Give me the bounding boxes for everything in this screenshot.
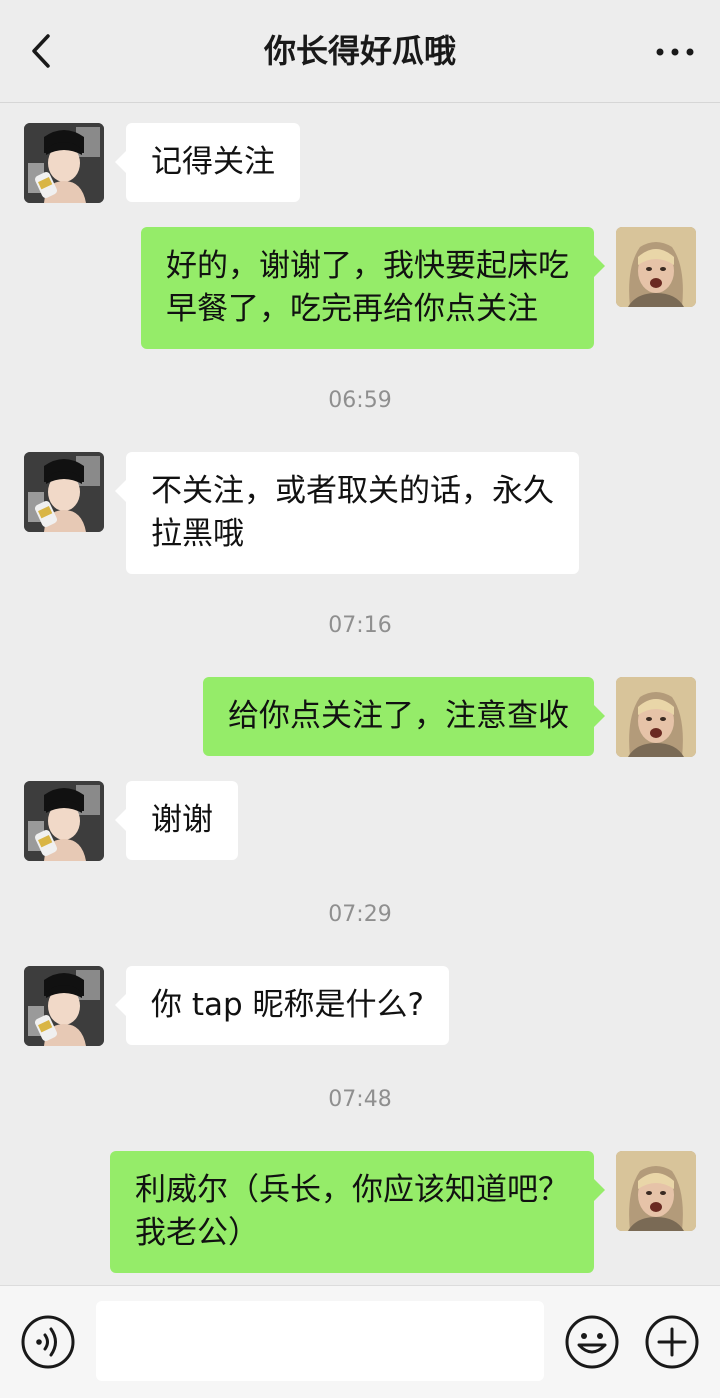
sent-bubble[interactable]: 好的，谢谢了，我快要起床吃 早餐了，吃完再给你点关注: [141, 227, 605, 349]
chat-title: 你长得好瓜哦: [263, 32, 456, 70]
contact-avatar[interactable]: [24, 452, 104, 532]
contact-avatar[interactable]: [24, 781, 104, 861]
emoji-icon[interactable]: [564, 1314, 620, 1370]
message-text: 记得关注: [151, 144, 275, 180]
contact-avatar[interactable]: [24, 966, 104, 1046]
sent-bubble[interactable]: 给你点关注了，注意查收: [203, 677, 605, 756]
message-text: 拉黑哦: [151, 516, 244, 552]
message-text: 你 tap 昵称是什么?: [151, 987, 424, 1023]
received-bubble[interactable]: 你 tap 昵称是什么?: [115, 966, 449, 1045]
received-bubble[interactable]: 谢谢: [115, 781, 238, 860]
message-text: 不关注，或者取关的话，永久: [151, 473, 554, 509]
more-icon[interactable]: [652, 30, 698, 74]
received-bubble[interactable]: 不关注，或者取关的话，永久 拉黑哦: [115, 452, 579, 574]
message-text: 利威尔（兵长，你应该知道吧？: [135, 1172, 569, 1208]
my-avatar[interactable]: [616, 227, 696, 307]
message-input[interactable]: [96, 1301, 544, 1381]
sent-bubble[interactable]: 利威尔（兵长，你应该知道吧？ 我老公）: [110, 1151, 605, 1273]
received-bubble[interactable]: 记得关注: [115, 123, 300, 202]
chat-header: 你长得好瓜哦: [0, 0, 720, 103]
plus-icon[interactable]: [644, 1314, 700, 1370]
voice-icon[interactable]: [20, 1314, 76, 1370]
contact-avatar[interactable]: [24, 123, 104, 203]
my-avatar[interactable]: [616, 1151, 696, 1231]
message-text: 好的，谢谢了，我快要起床吃: [166, 248, 569, 284]
timestamp: 07:16: [328, 613, 392, 638]
message-text: 早餐了，吃完再给你点关注: [166, 291, 538, 327]
message-text: 谢谢: [151, 802, 213, 838]
message-text: 我老公）: [135, 1215, 259, 1251]
message-text: 给你点关注了，注意查收: [228, 698, 569, 734]
my-avatar[interactable]: [616, 677, 696, 757]
timestamp: 07:48: [328, 1087, 392, 1112]
input-bar: [0, 1285, 720, 1398]
timestamp: 07:29: [328, 902, 392, 927]
timestamp: 06:59: [328, 388, 392, 413]
